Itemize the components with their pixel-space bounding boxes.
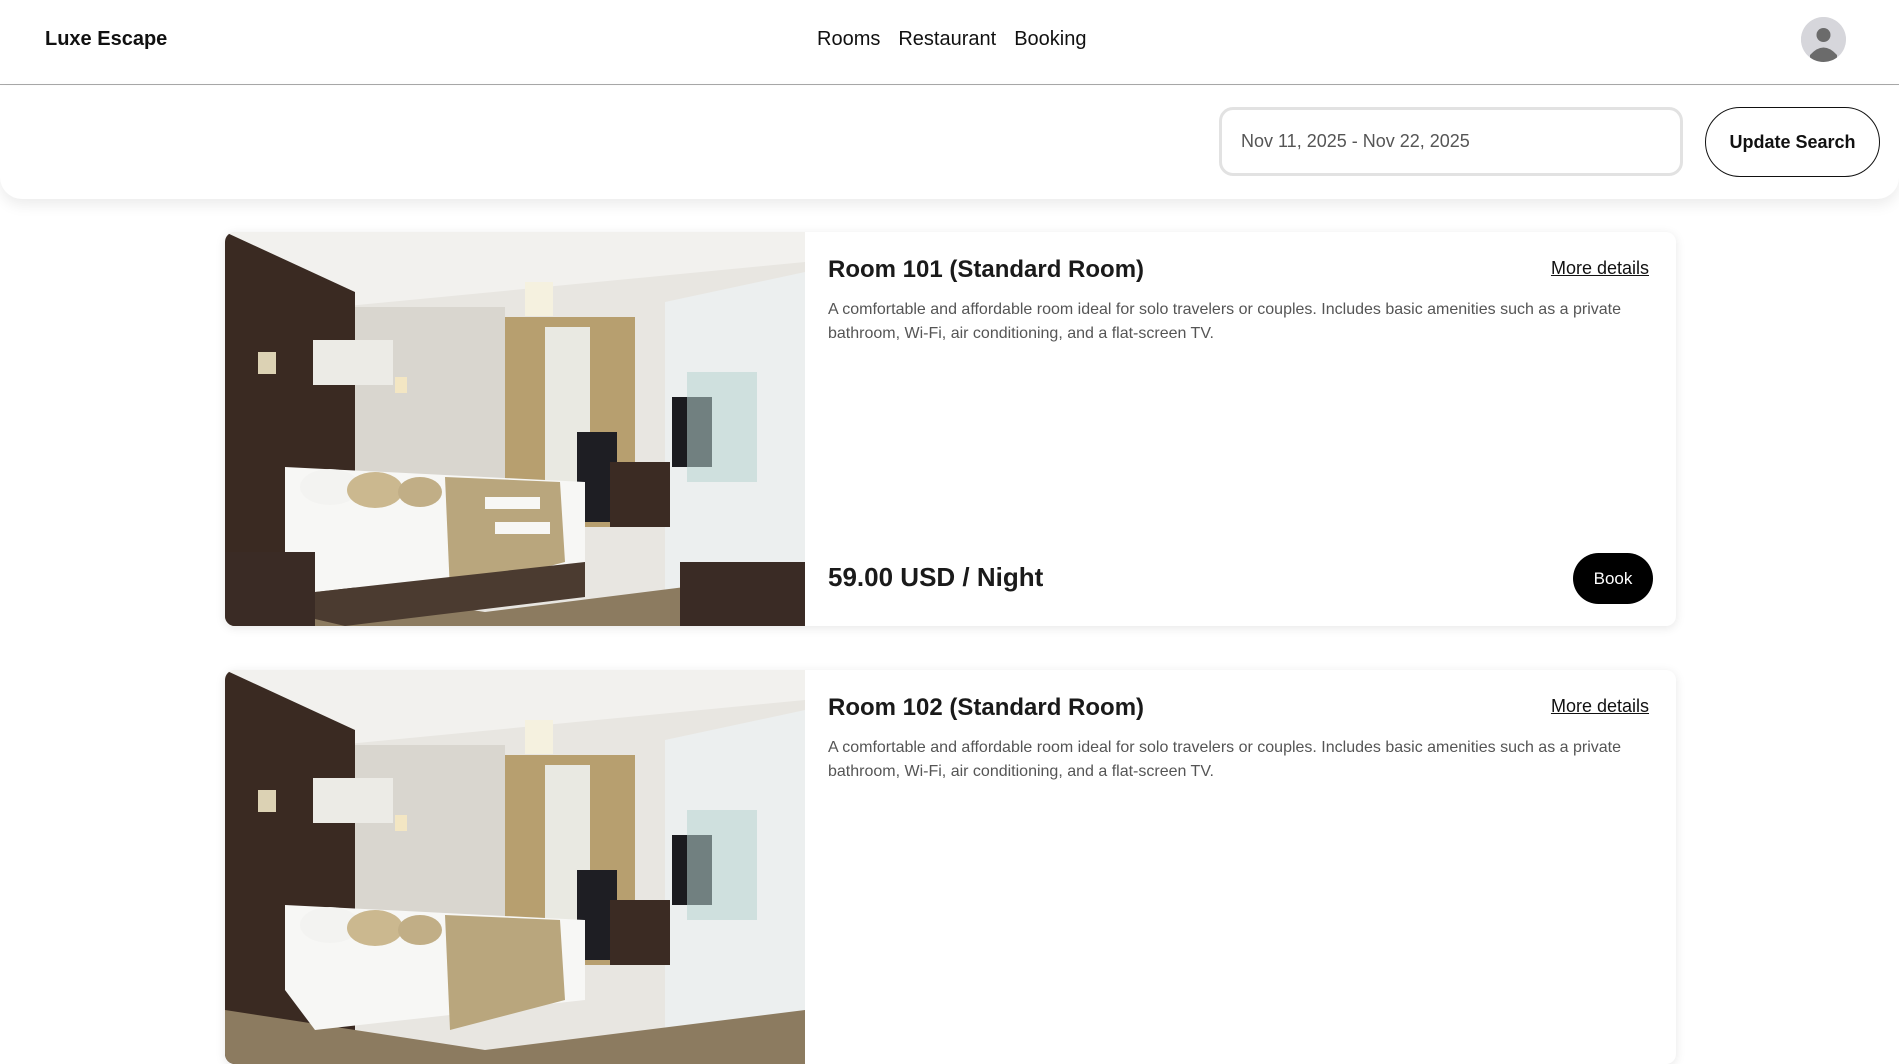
room-photo [225,232,805,626]
nav-booking[interactable]: Booking [1014,28,1086,51]
room-description: A comfortable and affordable room ideal … [828,739,1622,780]
date-range-input[interactable] [1219,107,1683,176]
user-avatar-icon[interactable] [1801,17,1846,62]
room-title: Room 102 (Standard Room) [828,694,1145,721]
update-search-button[interactable]: Update Search [1705,107,1880,177]
room-photo [225,670,805,1064]
room-description: A comfortable and affordable room ideal … [828,301,1622,342]
more-details-link[interactable]: More details [1551,258,1649,279]
nav-restaurant[interactable]: Restaurant [898,28,996,51]
search-bar: Update Search [0,86,1899,199]
room-price: 59.00 USD / Night [828,562,1044,592]
top-navbar: Luxe Escape Rooms Restaurant Booking [0,0,1899,85]
main-nav: Rooms Restaurant Booking [817,28,1086,51]
nav-rooms[interactable]: Rooms [817,28,880,51]
room-title: Room 101 (Standard Room) [828,256,1145,283]
room-card: Room 102 (Standard Room) More details A … [225,670,1676,1064]
brand-logo[interactable]: Luxe Escape [45,28,167,51]
more-details-link[interactable]: More details [1551,696,1649,717]
book-button[interactable]: Book [1573,553,1653,604]
room-card: Room 101 (Standard Room) More details A … [225,232,1676,626]
